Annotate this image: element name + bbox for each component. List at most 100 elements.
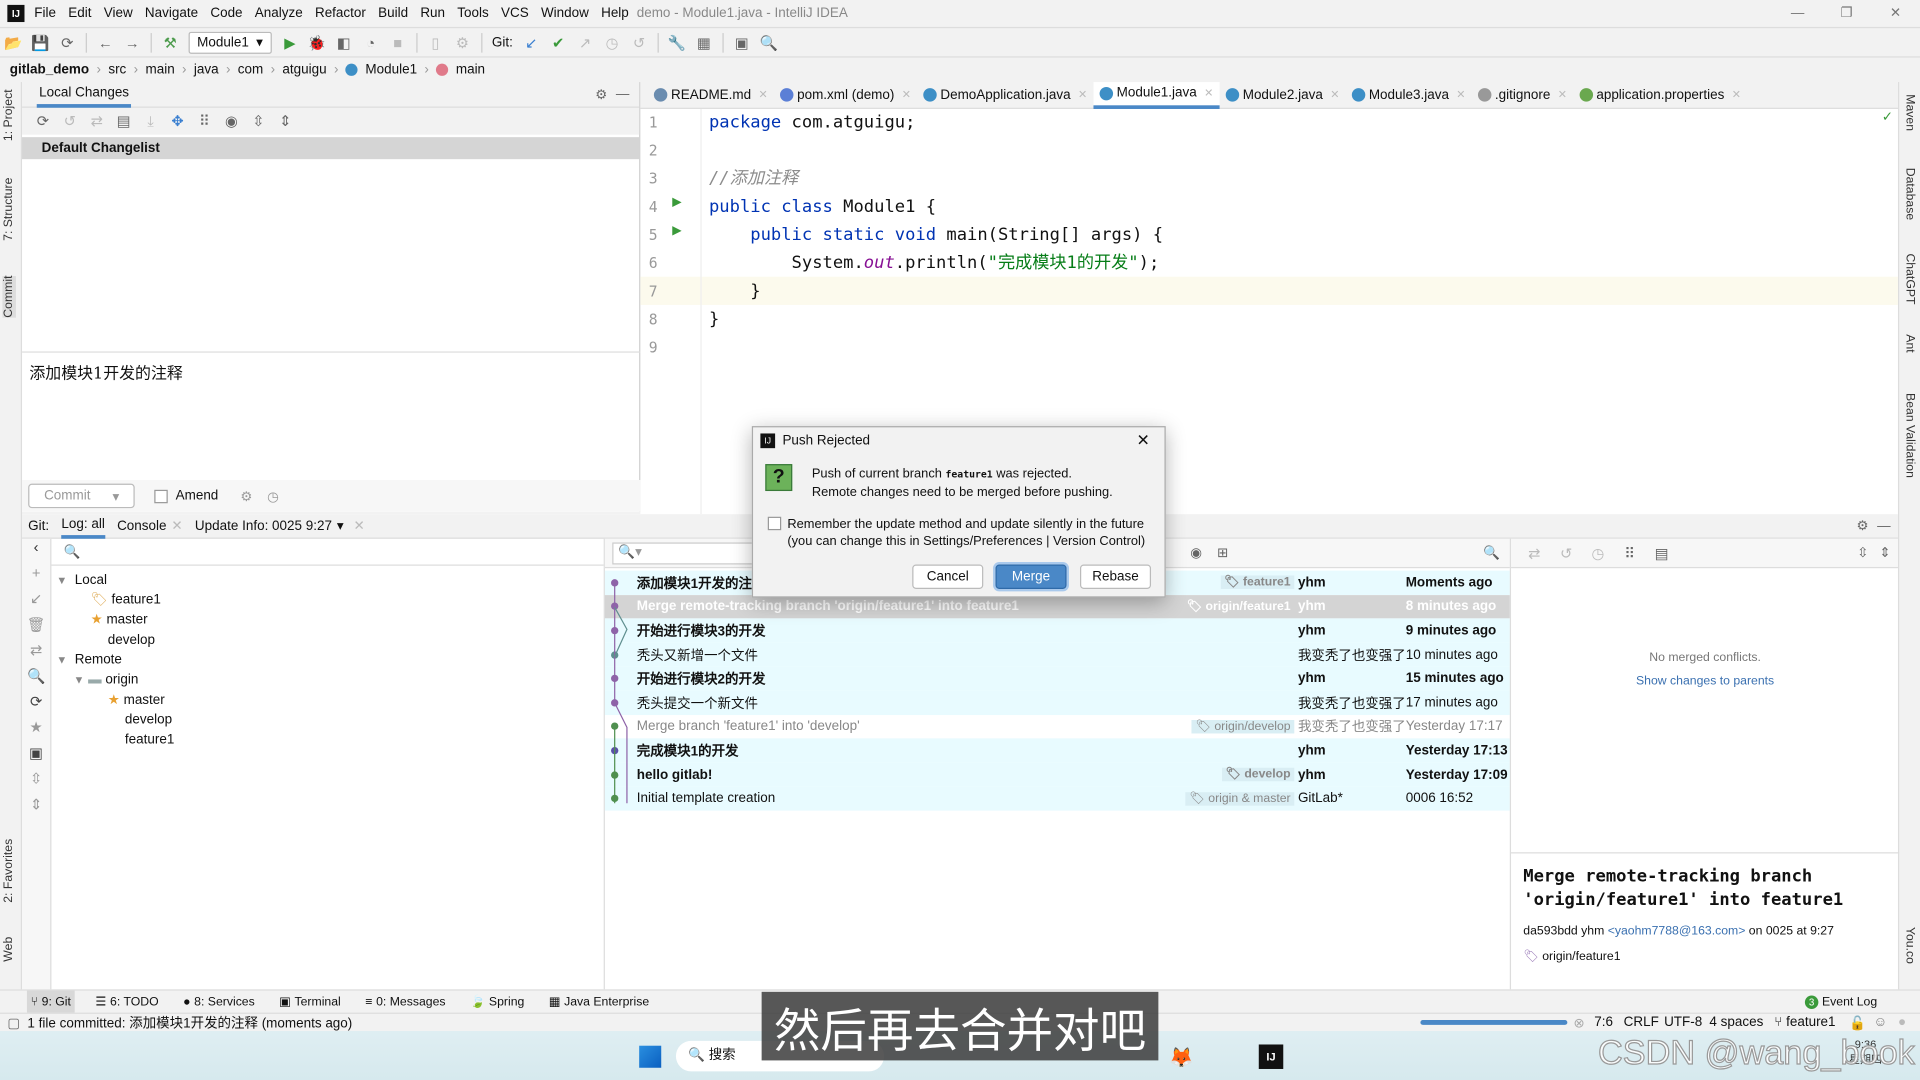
close-tab-icon[interactable]: ✕ bbox=[1732, 88, 1741, 101]
search-branches-icon[interactable]: 🔍 bbox=[22, 667, 50, 693]
indent-setting[interactable]: 4 spaces bbox=[1709, 1015, 1763, 1030]
editor-tab[interactable]: DemoApplication.java ✕ bbox=[917, 81, 1093, 108]
device-icon[interactable]: ▯ bbox=[425, 31, 447, 53]
terminal-icon[interactable]: ▣ bbox=[731, 31, 753, 53]
breadcrumb-project[interactable]: gitlab_demo bbox=[10, 62, 89, 77]
inspection-ok-icon[interactable]: ✓ bbox=[1882, 109, 1893, 125]
breadcrumb-com[interactable]: com bbox=[238, 62, 263, 77]
line-separator[interactable]: CRLF bbox=[1624, 1015, 1659, 1030]
remember-label[interactable]: Remember the update method and update si… bbox=[787, 516, 1145, 533]
tree-remote[interactable]: ▼ Remote bbox=[56, 650, 122, 670]
commit-row[interactable]: hello gitlab! 🏷 develop yhm Yesterday 17:09 bbox=[604, 762, 1510, 787]
restore-button[interactable]: ❐ bbox=[1822, 0, 1871, 27]
rebase-button[interactable]: Rebase bbox=[1080, 564, 1152, 589]
commit-row[interactable]: 完成模块1的开发 yhm Yesterday 17:13 bbox=[604, 738, 1510, 763]
tab-local-changes[interactable]: Local Changes bbox=[36, 81, 132, 108]
menu-view[interactable]: View bbox=[104, 6, 133, 21]
windows-start-icon[interactable] bbox=[639, 1045, 662, 1068]
caret-position[interactable]: 7:6 bbox=[1594, 1015, 1613, 1030]
favorites-tool-button[interactable]: 2: Favorites bbox=[2, 839, 15, 903]
stop-icon[interactable]: ■ bbox=[387, 31, 409, 53]
commit-row[interactable]: Merge remote-tracking branch 'origin/fea… bbox=[604, 594, 1510, 619]
forward-icon[interactable]: → bbox=[121, 31, 143, 53]
cancel-button[interactable]: Cancel bbox=[912, 564, 984, 589]
run-main-gutter-icon[interactable]: ▶ bbox=[672, 224, 681, 237]
open-icon[interactable]: 📂 bbox=[2, 31, 24, 53]
menu-file[interactable]: File bbox=[34, 6, 56, 21]
breadcrumb-atguigu[interactable]: atguigu bbox=[282, 62, 326, 77]
editor-tab[interactable]: application.properties ✕ bbox=[1573, 81, 1747, 108]
messages-tool-button[interactable]: ≡ 0: Messages bbox=[362, 990, 450, 1013]
branch-remote-feature1[interactable]: feature1 bbox=[125, 730, 174, 750]
profile-icon[interactable]: ◔ bbox=[360, 31, 382, 53]
history-icon[interactable]: ◷ bbox=[601, 31, 623, 53]
file-encoding[interactable]: UTF-8 bbox=[1664, 1015, 1702, 1030]
group-icon[interactable]: ⠿ bbox=[193, 110, 215, 132]
git-branch-widget[interactable]: ⑂ feature1 bbox=[1774, 1015, 1835, 1030]
shelve-icon[interactable]: ⤓ bbox=[140, 110, 162, 132]
checkout-icon[interactable]: ↙ bbox=[22, 590, 50, 616]
project-tool-button[interactable]: 1: Project bbox=[2, 89, 15, 141]
close-tab-icon[interactable]: ✕ bbox=[1078, 88, 1087, 101]
log-search-input[interactable]: 🔍▾ bbox=[612, 541, 760, 564]
coverage-icon[interactable]: ◧ bbox=[333, 31, 355, 53]
dialog-close-icon[interactable]: ✕ bbox=[1136, 431, 1149, 451]
tab-console[interactable]: Console ✕ bbox=[117, 514, 183, 538]
spring-tool-button[interactable]: 🍃 Spring bbox=[466, 990, 528, 1013]
cancel-progress-icon[interactable]: ⊗ bbox=[1573, 1014, 1584, 1031]
menu-run[interactable]: Run bbox=[420, 6, 445, 21]
collapse-branches-icon[interactable]: ‹ bbox=[22, 539, 50, 565]
refresh-icon[interactable]: ⟳ bbox=[32, 110, 54, 132]
menu-edit[interactable]: Edit bbox=[68, 6, 91, 21]
collapse-all-icon[interactable]: ⇕ bbox=[22, 796, 50, 822]
git-tool-button[interactable]: ⑂ 9: Git bbox=[26, 990, 75, 1014]
structure-tool-button[interactable]: 7: Structure bbox=[2, 178, 15, 241]
commit-row[interactable]: 秃头提交一个新文件 我变秃了也变强了 17 minutes ago bbox=[604, 690, 1510, 715]
branch-remote-master[interactable]: ★ master bbox=[108, 691, 165, 711]
menu-help[interactable]: Help bbox=[601, 6, 629, 21]
compare-icon[interactable]: ⇄ bbox=[22, 642, 50, 668]
merge-button[interactable]: Merge bbox=[995, 564, 1067, 589]
status-message[interactable]: 1 file committed: 添加模块1开发的注释 (moments ag… bbox=[27, 1013, 352, 1033]
expand-icon[interactable]: ✥ bbox=[167, 110, 189, 132]
collapse-icon[interactable]: ⇕ bbox=[1879, 545, 1890, 561]
tree-local[interactable]: ▼ Local bbox=[56, 571, 107, 591]
commit-button[interactable]: Commit ▾ bbox=[28, 483, 136, 509]
menu-window[interactable]: Window bbox=[541, 6, 589, 21]
breadcrumb-java[interactable]: java bbox=[194, 62, 219, 77]
breadcrumb-main[interactable]: main bbox=[145, 62, 174, 77]
editor-tab[interactable]: Module2.java ✕ bbox=[1219, 81, 1345, 108]
breadcrumb-class[interactable]: Module1 bbox=[365, 62, 417, 77]
expand-all-icon[interactable]: ⇳ bbox=[22, 770, 50, 796]
log-search-icon[interactable]: 🔍 bbox=[1483, 545, 1500, 561]
favorite-icon[interactable]: ★ bbox=[22, 719, 50, 745]
close-tab-icon[interactable]: ✕ bbox=[1456, 88, 1465, 101]
chatgpt-tool-button[interactable]: ChatGPT bbox=[1903, 253, 1916, 304]
notification-icon[interactable]: ● bbox=[1898, 1015, 1906, 1030]
commit-message-input[interactable]: 添加模块1开发的注释 bbox=[22, 351, 641, 480]
editor-tab[interactable]: README.md ✕ bbox=[648, 81, 774, 108]
minimize-button[interactable]: — bbox=[1773, 0, 1822, 27]
commit-row[interactable]: 开始进行模块3的开发 yhm 9 minutes ago bbox=[604, 618, 1510, 643]
branch-view-icon[interactable]: ▣ bbox=[22, 744, 50, 770]
youcom-tool-button[interactable]: You.co bbox=[1903, 927, 1916, 964]
lock-icon[interactable]: 🔓 bbox=[1849, 1014, 1866, 1031]
commit-row[interactable]: Initial template creation 🏷 origin & mast… bbox=[604, 786, 1510, 811]
status-toggle-icon[interactable]: ▢ bbox=[7, 1014, 20, 1031]
gear-icon[interactable]: ⚙ bbox=[595, 86, 607, 103]
tab-log-all[interactable]: Log: all bbox=[61, 514, 105, 539]
cherry-pick-icon[interactable]: ⇄ bbox=[1523, 542, 1545, 564]
menu-navigate[interactable]: Navigate bbox=[145, 6, 198, 21]
debug-icon[interactable]: 🐞 bbox=[306, 31, 328, 53]
tab-update-info[interactable]: Update Info: 0025 9:27 ▾ ✕ bbox=[195, 514, 365, 538]
firefox-icon[interactable]: 🦊 bbox=[1169, 1046, 1193, 1070]
menu-tools[interactable]: Tools bbox=[457, 6, 488, 21]
inspector-icon[interactable]: ☺ bbox=[1873, 1015, 1887, 1030]
menu-build[interactable]: Build bbox=[378, 6, 408, 21]
editor-tab[interactable]: pom.xml (demo) ✕ bbox=[774, 81, 917, 108]
back-icon[interactable]: ← bbox=[94, 31, 116, 53]
git-settings-gear-icon[interactable]: ⚙ bbox=[1856, 518, 1868, 534]
breadcrumb-src[interactable]: src bbox=[108, 62, 126, 77]
java-enterprise-tool-button[interactable]: ▦ Java Enterprise bbox=[545, 990, 653, 1013]
log-pin-icon[interactable]: ⊞ bbox=[1217, 545, 1228, 561]
